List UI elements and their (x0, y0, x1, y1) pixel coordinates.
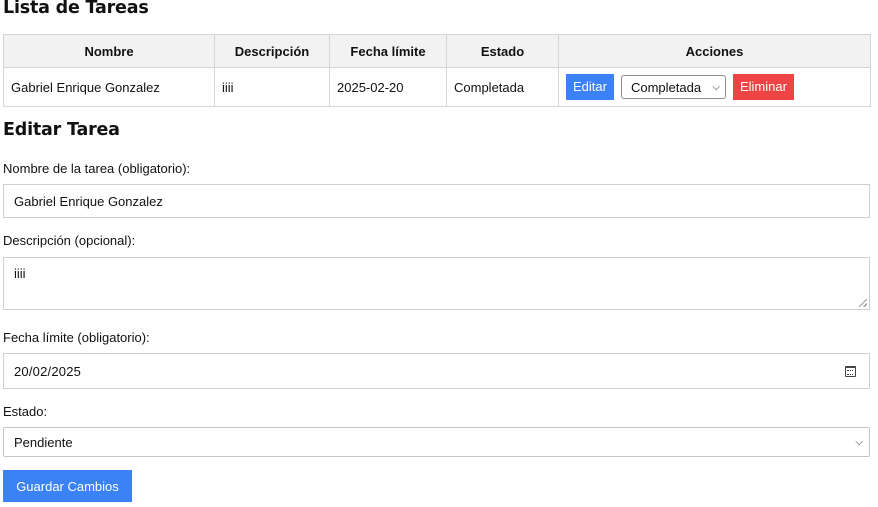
row-status-select[interactable]: Completada ⌵ (620, 75, 726, 99)
description-textarea[interactable]: iiii (3, 257, 870, 310)
column-header-acciones: Acciones (558, 34, 871, 68)
column-header-estado: Estado (446, 34, 559, 68)
table-row: Gabriel Enrique Gonzalez iiii 2025-02-20… (3, 67, 871, 107)
status-select-value: Pendiente (14, 434, 73, 450)
table-header-row: Nombre Descripción Fecha límite Estado A… (3, 34, 871, 68)
list-title: Lista de Tareas (3, 0, 149, 18)
cell-fecha: 2025-02-20 (329, 67, 447, 107)
cell-estado: Completada (446, 67, 559, 107)
name-input-value: Gabriel Enrique Gonzalez (14, 193, 163, 209)
description-textarea-value: iiii (14, 266, 26, 281)
description-label: Descripción (opcional): (3, 233, 136, 248)
cell-acciones: Editar Completada ⌵ Eliminar (558, 67, 871, 107)
date-input[interactable]: 20/02/2025 (3, 353, 870, 389)
status-select[interactable]: Pendiente ⌵ (3, 427, 870, 457)
resize-handle-icon[interactable] (859, 299, 867, 307)
delete-button[interactable]: Eliminar (732, 74, 794, 100)
edit-title: Editar Tarea (3, 120, 120, 140)
calendar-icon[interactable] (845, 365, 856, 377)
cell-nombre: Gabriel Enrique Gonzalez (3, 67, 215, 107)
chevron-down-icon: ⌵ (712, 81, 720, 93)
row-status-select-value: Completada (630, 79, 702, 95)
status-label: Estado: (3, 404, 48, 419)
cell-descripcion: iiii (214, 67, 330, 107)
save-changes-button[interactable]: Guardar Cambios (3, 470, 132, 502)
date-input-value: 20/02/2025 (14, 363, 82, 379)
column-header-fecha: Fecha límite (329, 34, 447, 68)
name-label: Nombre de la tarea (obligatorio): (3, 161, 191, 176)
tasks-table: Nombre Descripción Fecha límite Estado A… (3, 34, 871, 107)
column-header-nombre: Nombre (3, 34, 215, 68)
column-header-descripcion: Descripción (214, 34, 330, 68)
edit-button[interactable]: Editar (566, 74, 614, 100)
page: Lista de Tareas Nombre Descripción Fecha… (0, 0, 878, 507)
row-actions: Editar Completada ⌵ Eliminar (566, 74, 863, 100)
chevron-down-icon: ⌵ (855, 436, 863, 448)
name-input[interactable]: Gabriel Enrique Gonzalez (3, 184, 870, 218)
date-label: Fecha límite (obligatorio): (3, 330, 150, 345)
